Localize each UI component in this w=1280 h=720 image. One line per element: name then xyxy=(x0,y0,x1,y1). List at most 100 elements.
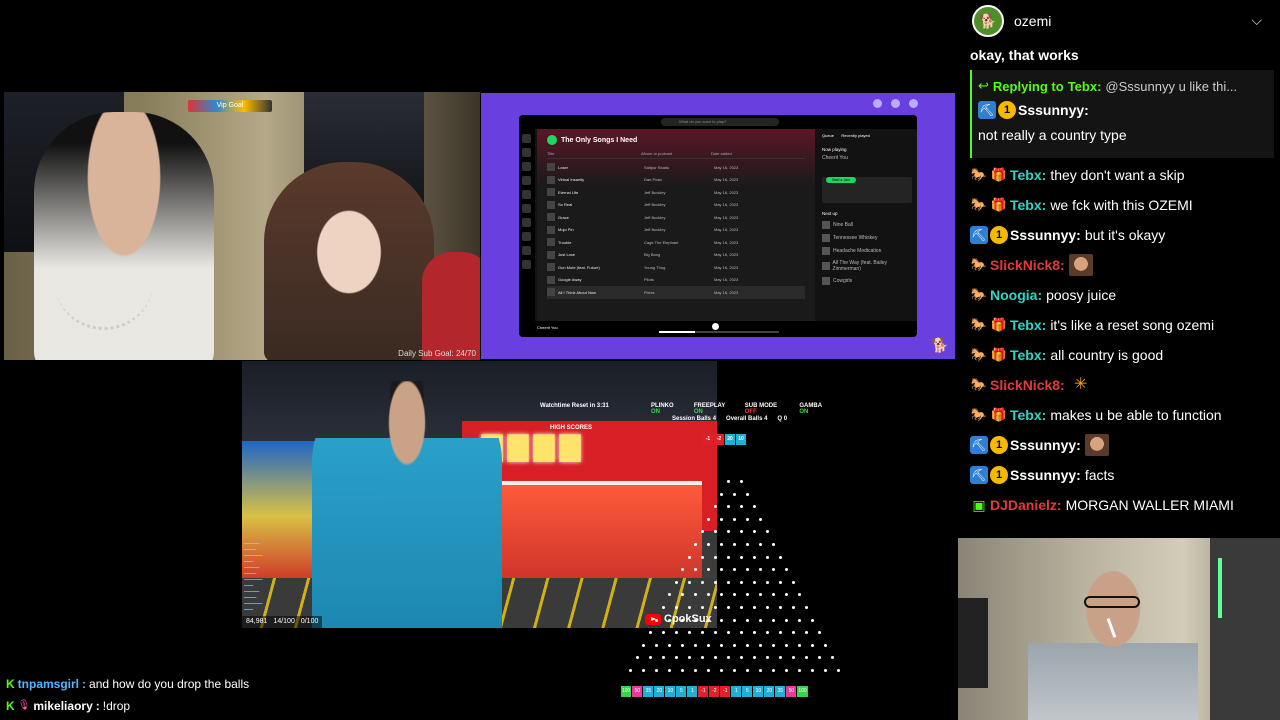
chat-username[interactable]: Tebx: xyxy=(1010,407,1046,423)
queue-item[interactable]: Headache Medication xyxy=(822,247,912,255)
queue-item[interactable]: Cowgirls xyxy=(822,277,912,285)
spotify-search-input[interactable]: What do you want to play? xyxy=(661,118,779,126)
track-row[interactable]: Mojo Pin Jeff Buckley May 16, 2023 xyxy=(547,224,805,237)
message-text: okay, that works xyxy=(970,47,1079,63)
plinko-peg xyxy=(681,568,684,572)
plinko-peg xyxy=(804,656,808,660)
plinko-peg xyxy=(674,656,678,660)
queue-item[interactable]: All The Way (feat. Bailey Zimmerman) xyxy=(822,260,912,272)
track-row[interactable]: Just Lose Big Bang May 16, 2023 xyxy=(547,249,805,262)
chat-username[interactable]: DJDanielz: xyxy=(990,497,1062,513)
library-tile[interactable] xyxy=(522,148,531,157)
library-tile[interactable] xyxy=(522,232,531,241)
plinko-peg xyxy=(655,618,658,622)
library-tile[interactable] xyxy=(522,176,531,185)
channel-avatar[interactable]: 🐕 xyxy=(972,5,1004,37)
message-text: MORGAN WALLER MIAMI xyxy=(1065,497,1234,513)
plinko-peg xyxy=(733,543,736,546)
track-title: Virtual Insanity xyxy=(558,177,585,183)
mode-plinko: PLINKO ON xyxy=(651,403,674,415)
library-tile[interactable] xyxy=(522,218,531,227)
queue-track: Cowgirls xyxy=(833,278,853,284)
chat-username[interactable]: Tebx: xyxy=(1010,347,1046,363)
chat-username[interactable]: Tebx: xyxy=(1010,197,1046,213)
plinko-peg xyxy=(811,669,814,672)
track-row[interactable]: Grace Jeff Buckley May 16, 2023 xyxy=(547,211,805,224)
track-row[interactable]: Gun Mute (feat. Future) Young Thug May 16,… xyxy=(547,261,805,274)
track-row[interactable]: Virtual Insanity Dan Pusic May 16, 2023 xyxy=(547,174,805,187)
plinko-peg xyxy=(733,593,736,597)
start-jam-button[interactable]: Start a Jam xyxy=(826,177,856,183)
chat-username[interactable]: Noogia: xyxy=(990,287,1042,303)
plinko-peg xyxy=(798,643,801,647)
plinko-peg xyxy=(694,593,697,597)
header-date[interactable]: Date added xyxy=(711,151,781,156)
webcam-bottom-right xyxy=(958,538,1280,720)
plinko-peg xyxy=(707,643,710,647)
plinko-peg xyxy=(720,517,723,521)
track-row[interactable]: Eternal Life Jeff Buckley May 16, 2023 xyxy=(547,186,805,199)
plinko-bin: 50 xyxy=(786,686,797,697)
plinko-peg xyxy=(765,580,769,584)
playback-progress-bar[interactable] xyxy=(659,331,779,333)
chat-username[interactable]: SlickNick8: xyxy=(990,257,1065,273)
play-pause-button[interactable] xyxy=(712,323,719,330)
tab-recently-played[interactable]: Recently played xyxy=(841,133,869,138)
reply-header[interactable]: ↩ Replying to Tebx: @Sssunnyy u like thi… xyxy=(978,74,1268,98)
library-tile[interactable] xyxy=(522,260,531,269)
plinko-peg xyxy=(778,555,782,559)
chat-username[interactable]: SlickNick8: xyxy=(990,377,1065,393)
plinko-peg xyxy=(791,631,795,635)
album-art xyxy=(547,188,555,197)
plinko-bin: 10 xyxy=(753,686,764,697)
track-row[interactable]: So Real Jeff Buckley May 16, 2023 xyxy=(547,199,805,212)
chat-username[interactable]: Tebx: xyxy=(1010,317,1046,333)
header-album[interactable]: Album or podcast xyxy=(641,151,711,156)
queue-item[interactable]: Nine Ball xyxy=(822,221,912,229)
plinko-bin: 35 xyxy=(643,686,654,697)
chat-message: 🐎 SlickNick8: xyxy=(970,250,1274,280)
chat-username[interactable]: tnpamsgirl xyxy=(18,673,79,695)
library-tile[interactable] xyxy=(522,190,531,199)
chevron-down-icon[interactable]: ⌵ xyxy=(1251,12,1262,29)
library-tile[interactable] xyxy=(522,134,531,143)
plinko-peg xyxy=(687,606,691,609)
watchtime-reset: Watchtime Reset in 3:31 xyxy=(540,403,609,409)
chat-username[interactable]: Tebx: xyxy=(1010,167,1046,183)
chat-username[interactable]: Sssunnyy: xyxy=(1010,227,1081,243)
queue-item[interactable]: Tennessee Whiskey xyxy=(822,234,912,242)
tab-queue[interactable]: Queue xyxy=(822,133,834,138)
chat-username[interactable]: Sssunnyy: xyxy=(1010,467,1081,483)
plinko-bin: 35 xyxy=(775,686,786,697)
header-title[interactable]: Title xyxy=(547,151,641,156)
plinko-peg xyxy=(759,517,762,521)
reply-target: Tebx: xyxy=(1067,78,1102,94)
plinko-peg xyxy=(804,606,808,609)
plinko-peg xyxy=(707,669,710,672)
channel-username[interactable]: ozemi xyxy=(1014,13,1051,29)
track-title: So Real xyxy=(558,202,573,208)
track-row[interactable]: Trouble Cage The Elephant May 16, 2023 xyxy=(547,236,805,249)
track-date: May 16, 2023 xyxy=(714,214,739,220)
plinko-peg xyxy=(791,656,795,660)
chat-username[interactable]: Sssunnyy: xyxy=(1018,102,1089,118)
guest-person xyxy=(264,162,434,360)
plinko-peg xyxy=(785,618,788,622)
plinko-peg xyxy=(778,580,782,584)
library-tile[interactable] xyxy=(522,162,531,171)
library-tile[interactable] xyxy=(522,246,531,255)
plinko-peg xyxy=(778,606,782,609)
plinko-peg xyxy=(752,580,756,584)
plinko-bin: 100 xyxy=(621,686,632,697)
plinko-peg xyxy=(720,492,723,496)
track-row[interactable]: Google Away Pilots May 16, 2023 xyxy=(547,274,805,287)
chat-username[interactable]: mikeliaory xyxy=(33,695,92,717)
plinko-board xyxy=(618,478,848,688)
chat-username[interactable]: Sssunnyy: xyxy=(1010,437,1081,453)
track-row[interactable]: All I Think About Now Pixies May 16, 2023 xyxy=(547,286,805,299)
play-icon[interactable] xyxy=(547,135,557,145)
track-row[interactable]: Loser Saltpur Studio May 16, 2023 xyxy=(547,161,805,174)
library-tile[interactable] xyxy=(522,204,531,213)
plinko-bins: 100 50 35 20 10 5 1 -1 -2 -1 1 5 10 20 35 50 100 xyxy=(621,686,808,697)
plinko-peg xyxy=(720,643,723,647)
